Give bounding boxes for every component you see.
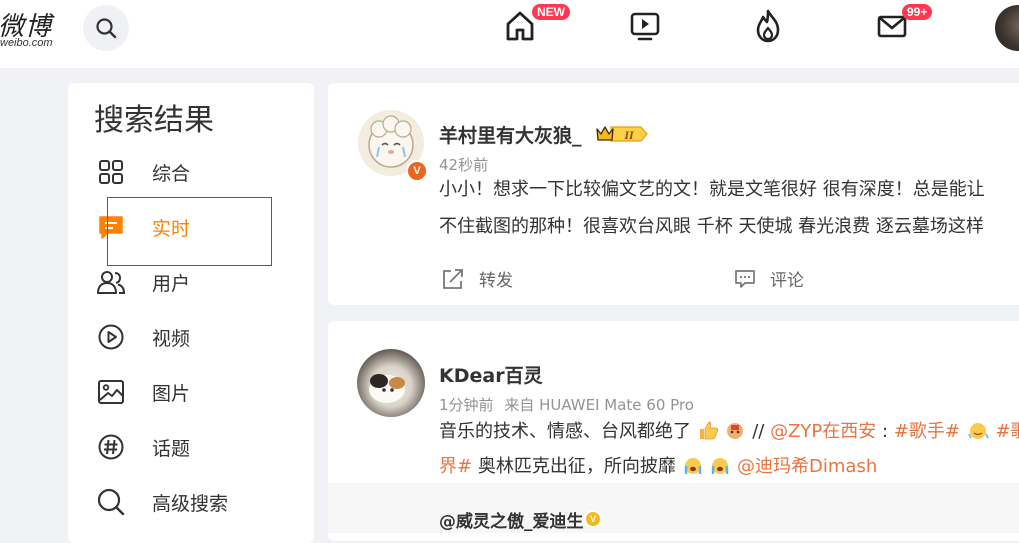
post-time[interactable]: 42秒前 xyxy=(439,154,488,175)
post-card: KDear百灵 1分钟前 来自 HUAWEI Mate 60 Pro 音乐的技术… xyxy=(328,321,1019,541)
sidebar-item-users[interactable]: 用户 xyxy=(95,262,295,302)
hashtag-icon xyxy=(95,431,127,463)
author-avatar[interactable] xyxy=(357,349,425,417)
comment-button[interactable]: 评论 xyxy=(734,266,804,291)
mention-link[interactable]: @ZYP在西安 xyxy=(770,421,876,442)
sidebar-item-label: 视频 xyxy=(152,327,191,350)
mention-link[interactable]: @迪玛希Dimash xyxy=(737,456,877,477)
sidebar-item-label: 用户 xyxy=(152,272,191,295)
nav-hot[interactable] xyxy=(748,6,788,46)
crying-emoji-icon xyxy=(682,456,710,477)
sidebar-item-label: 话题 xyxy=(152,437,191,460)
post-text-segment: : xyxy=(882,421,889,442)
search-icon xyxy=(95,486,127,518)
sidebar-item-label: 高级搜索 xyxy=(152,492,229,515)
sidebar-title: 搜索结果 xyxy=(94,103,214,138)
post-meta: 1分钟前 来自 HUAWEI Mate 60 Pro xyxy=(439,394,694,415)
post-time[interactable]: 1分钟前 xyxy=(439,396,494,414)
vip-crown-icon: II xyxy=(595,123,649,145)
post-text-segment: 奥林匹克出征，所向披靡 xyxy=(477,456,676,477)
home-new-badge: NEW xyxy=(532,4,570,20)
post-text-line: 小小！想求一下比较偏文艺的文！就是文笔很好 很有深度！总是能让 xyxy=(439,179,985,200)
sidebar-item-label: 综合 xyxy=(152,162,191,185)
sidebar-item-images[interactable]: 图片 xyxy=(95,372,295,412)
users-icon xyxy=(95,266,127,298)
top-navigation-bar: 微博 weibo.com NEW 99+ xyxy=(0,0,1019,68)
hashtag-link[interactable]: #歌 xyxy=(995,421,1019,442)
sidebar-item-advanced-search[interactable]: 高级搜索 xyxy=(95,482,295,522)
crying-emoji-icon xyxy=(709,456,737,477)
hashtag-link[interactable]: 界# xyxy=(439,456,472,477)
post-card: V 羊村里有大灰狼_ II 42秒前 小小！想求一下比较偏文艺的文！就是文笔很好… xyxy=(328,83,1019,305)
comment-icon xyxy=(735,269,755,288)
search-button[interactable] xyxy=(83,5,129,51)
post-author-name[interactable]: KDear百灵 xyxy=(439,361,543,388)
sidebar-item-comprehensive[interactable]: 综合 xyxy=(95,152,295,192)
sidebar-item-label: 图片 xyxy=(152,382,191,405)
user-avatar[interactable] xyxy=(995,5,1019,51)
post-author-name[interactable]: 羊村里有大灰狼_ xyxy=(439,121,582,148)
verified-badge: V xyxy=(584,510,602,528)
search-icon xyxy=(96,18,117,39)
repost-author-name[interactable]: @威灵之傲_爱迪生 xyxy=(439,507,584,532)
post-source: 来自 HUAWEI Mate 60 Pro xyxy=(504,396,694,414)
post-text-line: 界# 奥林匹克出征，所向披靡 @迪玛希Dimash xyxy=(439,451,877,483)
comment-label: 评论 xyxy=(770,271,804,291)
fire-icon xyxy=(756,9,780,43)
post-text-segment: 音乐的技术、情感、台风都绝了 xyxy=(439,421,691,442)
grid-icon xyxy=(95,156,127,188)
reposted-content[interactable]: @威灵之傲_爱迪生 V xyxy=(328,483,1019,533)
search-sidebar: 搜索结果 综合 实时 用户 视频 图片 话题 高级搜索 xyxy=(68,83,314,543)
nav-video[interactable] xyxy=(625,6,665,46)
logo-domain: weibo.com xyxy=(0,37,53,49)
image-icon xyxy=(95,376,127,408)
repost-label: 转发 xyxy=(479,271,513,291)
play-circle-icon xyxy=(95,321,127,353)
messages-count-badge: 99+ xyxy=(902,4,933,20)
tv-play-icon xyxy=(630,12,660,41)
vip-level: II xyxy=(623,128,635,142)
thumbs-up-emoji-icon xyxy=(697,421,725,442)
highlight-box xyxy=(107,197,272,266)
post-text-segment: // xyxy=(752,421,765,442)
hashtag-link[interactable]: #歌手# xyxy=(894,421,960,442)
gift-emoji-icon xyxy=(724,421,752,442)
repost-icon xyxy=(443,268,463,289)
sidebar-item-topics[interactable]: 话题 xyxy=(95,427,295,467)
verified-badge: V xyxy=(406,160,428,182)
sweat-emoji-icon xyxy=(966,421,996,442)
post-text-line: 不住截图的那种！很喜欢台风眼 千杯 天使城 春光浪费 逐云墓场这样 xyxy=(439,216,984,237)
weibo-logo[interactable]: 微博 weibo.com xyxy=(0,4,70,52)
repost-button[interactable]: 转发 xyxy=(441,266,513,291)
post-text-line: 音乐的技术、情感、台风都绝了 // @ZYP在西安 : #歌手# # xyxy=(439,416,1019,448)
sidebar-item-video[interactable]: 视频 xyxy=(95,317,295,357)
